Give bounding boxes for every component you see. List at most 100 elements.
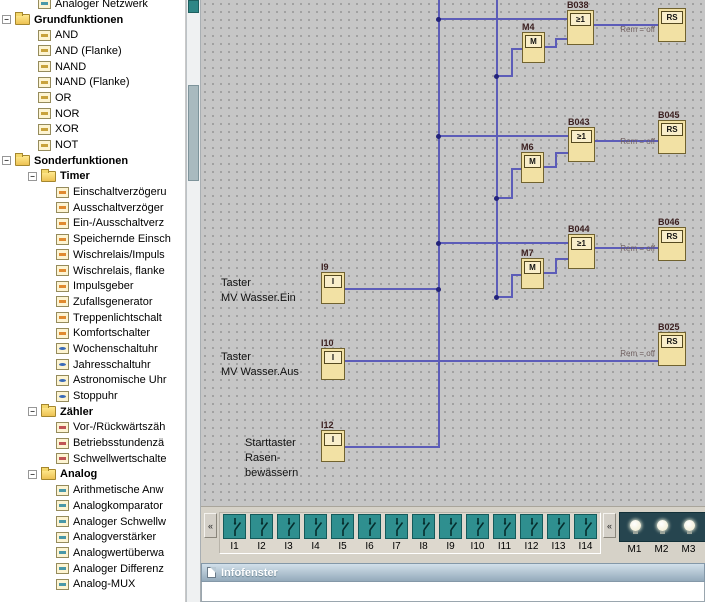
tree-item-nand[interactable]: NAND <box>0 59 186 75</box>
tree-item-wischrelais-flanke[interactable]: Wischrelais, flanke <box>0 263 186 279</box>
io-scroll-right-button[interactable]: « <box>603 513 616 538</box>
info-window-header[interactable]: Infofenster <box>201 563 705 582</box>
tree-item-wochenschaltuhr[interactable]: Wochenschaltuhr <box>0 341 186 357</box>
block-comment[interactable]: TasterMV Wasser.Aus <box>221 350 299 380</box>
tree-label: Analoger Schwellw <box>73 516 166 528</box>
input-toggle-i6[interactable]: I6 <box>356 514 383 552</box>
scrollbar-thumb[interactable] <box>188 85 199 181</box>
expander-icon[interactable]: − <box>2 15 11 24</box>
tree-item-jahresschaltuhr[interactable]: Jahresschaltuhr <box>0 357 186 373</box>
tree-item-not[interactable]: NOT <box>0 137 186 153</box>
tree-item-analoger-schwellw[interactable]: Analoger Schwellw <box>0 514 186 530</box>
fbd-block[interactable]: RSRem = off <box>658 8 686 42</box>
input-toggle-i2[interactable]: I2 <box>248 514 275 552</box>
tree-item-schwellwertschalte[interactable]: Schwellwertschalte <box>0 451 186 467</box>
tree-item-betriebsstundenz-[interactable]: Betriebsstundenzä <box>0 435 186 451</box>
expander-icon[interactable]: − <box>28 172 37 181</box>
tree-item-treppenlichtschalt[interactable]: Treppenlichtschalt <box>0 310 186 326</box>
input-label: I11 <box>498 541 511 552</box>
tree-item-vor-r-ckw-rtsz-h[interactable]: Vor-/Rückwärtszäh <box>0 420 186 436</box>
expander-icon[interactable]: − <box>2 156 11 165</box>
fbd-block-b044[interactable]: B044≥1 <box>568 234 595 269</box>
fbd-block-b043[interactable]: B043≥1 <box>568 127 595 162</box>
tree-item-analoger-netzwerk[interactable]: Analoger Netzwerk <box>0 0 186 12</box>
fbd-block-i9[interactable]: I9I <box>321 272 345 304</box>
clock-icon <box>56 343 69 354</box>
tree-item-arithmetische-anw[interactable]: Arithmetische Anw <box>0 482 186 498</box>
input-toggle-i13[interactable]: I13 <box>545 514 572 552</box>
io-scroll-left-button[interactable]: « <box>204 513 217 538</box>
fbd-block-m4[interactable]: M4M <box>522 32 545 63</box>
tree-item-and-flanke-[interactable]: AND (Flanke) <box>0 43 186 59</box>
fbd-block-b025[interactable]: B025RSRem = off <box>658 332 686 366</box>
fbd-block-b046[interactable]: B046RSRem = off <box>658 227 686 261</box>
switch-icon <box>547 514 570 539</box>
timer-icon <box>56 218 69 229</box>
tree-item-stoppuhr[interactable]: Stoppuhr <box>0 388 186 404</box>
tree-item-einschaltverz-geru[interactable]: Einschaltverzögeru <box>0 184 186 200</box>
input-toggle-i10[interactable]: I10 <box>464 514 491 552</box>
tree-item-analogverst-rker[interactable]: Analogverstärker <box>0 529 186 545</box>
tree-item-impulsgeber[interactable]: Impulsgeber <box>0 278 186 294</box>
tree-item-analog-mux[interactable]: Analog-MUX <box>0 576 186 592</box>
expander-icon[interactable]: − <box>28 470 37 479</box>
wire <box>511 48 522 50</box>
analog-icon <box>38 0 51 9</box>
expander-icon[interactable]: − <box>28 407 37 416</box>
tree-item-analogkomparator[interactable]: Analogkomparator <box>0 498 186 514</box>
block-comment[interactable]: TasterMV Wasser.Ein <box>221 276 296 306</box>
tree-item-ein-ausschaltverz[interactable]: Ein-/Ausschaltverz <box>0 216 186 232</box>
lamp-label: M1 <box>621 544 648 555</box>
input-toggle-i3[interactable]: I3 <box>275 514 302 552</box>
tree-item-astronomische-uhr[interactable]: Astronomische Uhr <box>0 373 186 389</box>
input-toggle-i14[interactable]: I14 <box>572 514 599 552</box>
fbd-block-m6[interactable]: M6M <box>521 152 544 183</box>
io-status-bar: « I1I2I3I4I5I6I7I8I9I10 I11 I12I13I14 « M1… <box>201 506 705 559</box>
input-toggle-i11[interactable]: I11 <box>491 514 518 552</box>
scrollbar-top-button[interactable] <box>188 0 199 13</box>
tree-item-analoger-differenz[interactable]: Analoger Differenz <box>0 561 186 577</box>
tree-item-wischrelais-impuls[interactable]: Wischrelais/Impuls <box>0 247 186 263</box>
input-toggle-i9[interactable]: I9 <box>437 514 464 552</box>
fbd-block-i10[interactable]: I10I <box>321 348 345 380</box>
tree-item-or[interactable]: OR <box>0 90 186 106</box>
tree-item-xor[interactable]: XOR <box>0 122 186 138</box>
fbd-block-i12[interactable]: I12I <box>321 430 345 462</box>
switch-icon <box>520 514 543 539</box>
input-toggle-i1[interactable]: I1 <box>221 514 248 552</box>
fbd-block-b038[interactable]: B038≥1 <box>567 10 594 45</box>
tree-label: Analog-MUX <box>73 578 135 590</box>
tree-folder-grundfunktionen[interactable]: −Grundfunktionen <box>0 12 186 28</box>
input-toggle-i7[interactable]: I7 <box>383 514 410 552</box>
junction-dot <box>436 134 441 139</box>
fbd-block-m7[interactable]: M7M <box>521 258 544 289</box>
tree-item-analogwert-berwa[interactable]: Analogwertüberwa <box>0 545 186 561</box>
timer-icon <box>56 202 69 213</box>
fbd-block-b045[interactable]: B045RSRem = off <box>658 120 686 154</box>
comment-line: Rasen- <box>245 451 298 466</box>
comment-line: bewässern <box>245 466 298 481</box>
tree-label: Wischrelais/Impuls <box>73 249 165 261</box>
tree-item-komfortschalter[interactable]: Komfortschalter <box>0 325 186 341</box>
function-tree-panel: Analoger Netzwerk−GrundfunktionenANDAND … <box>0 0 186 602</box>
tree-folder-timer[interactable]: −Timer <box>0 169 186 185</box>
tree-scrollbar[interactable] <box>186 0 201 602</box>
tree-item-and[interactable]: AND <box>0 27 186 43</box>
fbd-canvas[interactable]: M4M B038≥1 RSRem = off B043≥1 B045RSRem = of… <box>201 0 705 506</box>
block-id-label: M4 <box>522 22 535 32</box>
tree-item-speichernde-einsch[interactable]: Speichernde Einsch <box>0 231 186 247</box>
tree-item-zufallsgenerator[interactable]: Zufallsgenerator <box>0 294 186 310</box>
input-toggle-i8[interactable]: I8 <box>410 514 437 552</box>
tree-folder-z-hler[interactable]: −Zähler <box>0 404 186 420</box>
tree-item-nand-flanke-[interactable]: NAND (Flanke) <box>0 74 186 90</box>
block-comment[interactable]: StarttasterRasen-bewässern <box>245 436 298 481</box>
tree-item-nor[interactable]: NOR <box>0 106 186 122</box>
input-toggle-i4[interactable]: I4 <box>302 514 329 552</box>
tree-item-ausschaltverz-ger[interactable]: Ausschaltverzöger <box>0 200 186 216</box>
tree-folder-analog[interactable]: −Analog <box>0 467 186 483</box>
wire <box>555 258 557 274</box>
tree-folder-sonderfunktionen[interactable]: −Sonderfunktionen <box>0 153 186 169</box>
input-toggle-i12[interactable]: I12 <box>518 514 545 552</box>
block-id-label: I9 <box>321 262 329 272</box>
input-toggle-i5[interactable]: I5 <box>329 514 356 552</box>
